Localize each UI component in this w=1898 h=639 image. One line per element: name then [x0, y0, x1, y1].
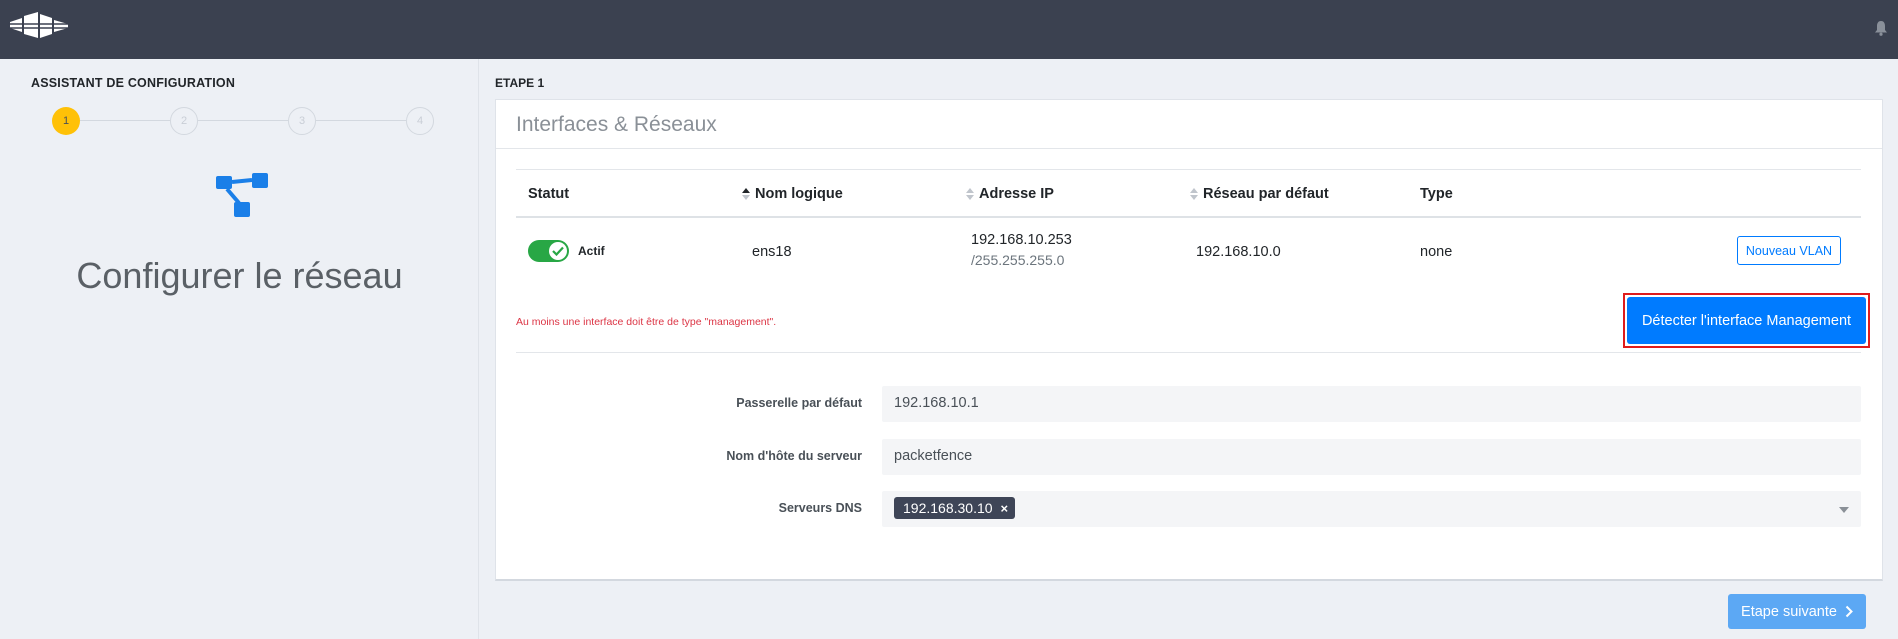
chevron-right-icon [1845, 605, 1853, 618]
gateway-input[interactable]: 192.168.10.1 [882, 386, 1861, 422]
check-icon [552, 246, 564, 256]
dns-chip: 192.168.30.10 × [894, 497, 1016, 519]
sidebar-title: ASSISTANT DE CONFIGURATION [31, 76, 236, 90]
divider [516, 352, 1861, 353]
hostname-input[interactable]: packetfence [882, 439, 1861, 475]
wizard-sidebar [0, 59, 479, 639]
dns-row: Serveurs DNS 192.168.30.10 × [516, 491, 1861, 527]
hostname-label: Nom d'hôte du serveur [726, 449, 862, 463]
interfaces-card: Interfaces & Réseaux Statut Nom logique … [495, 99, 1883, 581]
top-bar [0, 0, 1898, 59]
interfaces-table: Statut Nom logique Adresse IP Réseau par… [516, 169, 1861, 288]
stepper-line [316, 120, 406, 121]
column-reseau-par-defaut[interactable]: Réseau par défaut [1190, 186, 1329, 202]
packetfence-logo-icon[interactable] [8, 8, 70, 44]
table-row[interactable]: Actif ens18 192.168.10.253 /255.255.255.… [516, 218, 1861, 288]
step-label: ETAPE 1 [495, 76, 545, 90]
netmask: /255.255.255.0 [971, 252, 1065, 268]
card-title: Interfaces & Réseaux [496, 100, 1882, 149]
status-label: Actif [578, 244, 605, 258]
dns-label: Serveurs DNS [778, 501, 862, 515]
gateway-row: Passerelle par défaut 192.168.10.1 [516, 386, 1861, 422]
default-network: 192.168.10.0 [1196, 244, 1281, 260]
table-header: Statut Nom logique Adresse IP Réseau par… [516, 169, 1861, 218]
sidebar-heading: Configurer le réseau [76, 255, 403, 296]
step-3[interactable]: 3 [288, 107, 316, 135]
dns-select[interactable]: 192.168.30.10 × [882, 491, 1861, 527]
column-statut[interactable]: Statut [528, 186, 569, 202]
wizard-stepper: 1 2 3 4 [52, 107, 434, 135]
management-warning: Au moins une interface doit être de type… [516, 316, 777, 328]
column-adresse-ip[interactable]: Adresse IP [966, 186, 1054, 202]
step-1[interactable]: 1 [52, 107, 80, 135]
status-toggle[interactable] [528, 240, 569, 262]
step-2[interactable]: 2 [170, 107, 198, 135]
remove-dns-icon[interactable]: × [1001, 501, 1009, 516]
sort-icon [966, 188, 974, 200]
hostname-row: Nom d'hôte du serveur packetfence [516, 439, 1861, 475]
ip-address: 192.168.10.253 [971, 232, 1072, 248]
interface-type: none [1420, 244, 1453, 260]
sort-icon [1190, 188, 1198, 200]
stepper-line [80, 120, 170, 121]
gateway-label: Passerelle par défaut [736, 396, 862, 410]
detect-management-button[interactable]: Détecter l'interface Management [1627, 297, 1866, 344]
chevron-down-icon[interactable] [1839, 507, 1849, 513]
network-icon [216, 173, 268, 217]
new-vlan-button[interactable]: Nouveau VLAN [1737, 236, 1841, 265]
stepper-line [198, 120, 288, 121]
interface-name[interactable]: ens18 [752, 244, 792, 260]
sort-icon [742, 188, 750, 200]
column-type[interactable]: Type [1420, 186, 1453, 202]
bell-icon[interactable] [1874, 20, 1888, 36]
column-nom-logique[interactable]: Nom logique [742, 186, 843, 202]
step-4[interactable]: 4 [406, 107, 434, 135]
next-step-button[interactable]: Etape suivante [1728, 594, 1866, 629]
